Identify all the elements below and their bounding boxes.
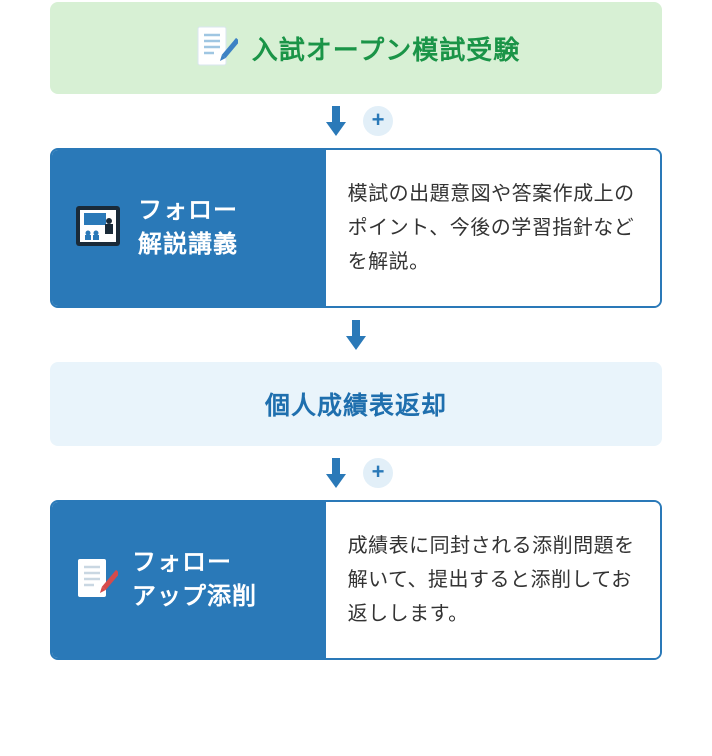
step4-description: 成績表に同封される添削問題を解いて、提出すると添削してお返しします。 bbox=[348, 529, 638, 631]
step-followup-correction-box: フォロー アップ添削 成績表に同封される添削問題を解いて、提出すると添削してお返… bbox=[50, 500, 662, 660]
step-exam-box: 入試オープン模試受験 bbox=[50, 2, 662, 94]
arrow-row-3: + bbox=[50, 446, 662, 500]
step2-title: フォロー 解説講義 bbox=[138, 194, 238, 261]
step2-title-line2: 解説講義 bbox=[138, 231, 238, 258]
step-score-return-box: 個人成績表返却 bbox=[50, 362, 662, 446]
step4-title-line1: フォロー bbox=[132, 549, 232, 576]
step4-title-line2: アップ添削 bbox=[132, 583, 257, 610]
step4-title: フォロー アップ添削 bbox=[132, 546, 257, 613]
step2-right: 模試の出題意図や答案作成上のポイント、今後の学習指針などを解説。 bbox=[326, 150, 660, 306]
step4-left: フォロー アップ添削 bbox=[52, 502, 326, 658]
tablet-lecture-icon bbox=[72, 200, 124, 257]
plus-icon: + bbox=[363, 458, 393, 488]
arrow-down-icon bbox=[325, 104, 347, 138]
step1-title: 入試オープン模試受験 bbox=[252, 30, 520, 67]
arrow-row-2 bbox=[50, 308, 662, 362]
arrow-row-1: + bbox=[50, 94, 662, 148]
document-pencil-icon bbox=[192, 23, 238, 74]
document-red-pencil-icon bbox=[72, 555, 118, 606]
step2-left: フォロー 解説講義 bbox=[52, 150, 326, 306]
step2-description: 模試の出題意図や答案作成上のポイント、今後の学習指針などを解説。 bbox=[348, 177, 638, 279]
step-follow-lecture-box: フォロー 解説講義 模試の出題意図や答案作成上のポイント、今後の学習指針などを解… bbox=[50, 148, 662, 308]
arrow-down-icon bbox=[325, 456, 347, 490]
step4-right: 成績表に同封される添削問題を解いて、提出すると添削してお返しします。 bbox=[326, 502, 660, 658]
step2-title-line1: フォロー bbox=[138, 197, 238, 224]
step3-title: 個人成績表返却 bbox=[265, 386, 447, 422]
plus-icon: + bbox=[363, 106, 393, 136]
arrow-down-icon bbox=[345, 318, 367, 352]
